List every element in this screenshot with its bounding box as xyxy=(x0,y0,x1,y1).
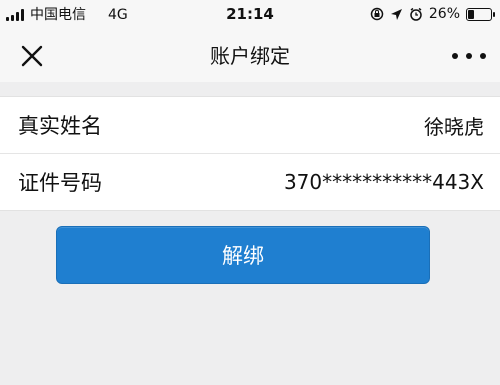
name-label: 真实姓名 xyxy=(18,114,102,138)
nav-bar: 账户绑定 xyxy=(0,30,500,82)
location-icon xyxy=(390,8,402,20)
battery-icon xyxy=(466,7,495,21)
id-number-label: 证件号码 xyxy=(18,171,102,195)
unbind-button[interactable]: 解绑 xyxy=(56,226,430,284)
more-icon[interactable] xyxy=(452,44,486,68)
name-value: 徐晓虎 xyxy=(424,114,484,139)
status-right: 26% xyxy=(370,6,495,22)
status-bar: 中国电信 4G 21:14 26% xyxy=(0,0,500,30)
account-info-list: 真实姓名 徐晓虎 证件号码 370***********443X xyxy=(0,96,500,211)
battery-percent: 26% xyxy=(428,6,460,22)
alarm-icon xyxy=(410,7,422,21)
id-number-row: 证件号码 370***********443X xyxy=(0,153,500,210)
id-number-value: 370***********443X xyxy=(283,170,484,194)
page-title: 账户绑定 xyxy=(210,44,290,68)
name-row: 真实姓名 徐晓虎 xyxy=(0,97,500,153)
rotation-lock-icon xyxy=(370,7,384,21)
